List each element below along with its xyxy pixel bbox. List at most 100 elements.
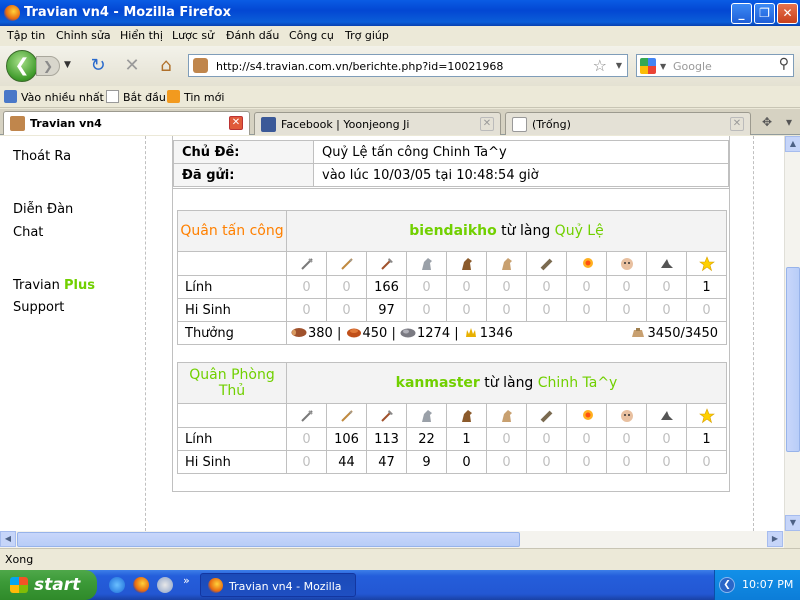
unit-icons-row bbox=[177, 251, 727, 276]
sidebar-item-forum[interactable]: Diễn Đàn bbox=[13, 202, 73, 217]
tray-expand-icon[interactable]: ❮ bbox=[719, 577, 735, 593]
bounty-iron: 1274 bbox=[417, 325, 451, 341]
separator: | bbox=[454, 325, 459, 341]
scroll-down-button[interactable]: ▼ bbox=[785, 515, 800, 531]
defender-troops-row: Lính 0 106 113 22 1 0 0 0 0 0 1 bbox=[177, 427, 727, 451]
start-button[interactable]: start bbox=[0, 570, 97, 600]
crop-icon bbox=[465, 327, 476, 337]
bookmark-most-visited[interactable]: Vào nhiều nhất bbox=[4, 90, 104, 104]
system-tray: ❮ 10:07 PM bbox=[714, 570, 800, 600]
ie-icon[interactable] bbox=[109, 577, 125, 593]
windows-logo-icon bbox=[10, 577, 28, 593]
menu-history[interactable]: Lược sử bbox=[172, 29, 214, 42]
defender-role: Quân Phòng Thủ bbox=[177, 362, 287, 404]
menu-tools[interactable]: Công cụ bbox=[289, 29, 334, 42]
search-input[interactable]: Google bbox=[673, 60, 712, 73]
scroll-up-button[interactable]: ▲ bbox=[785, 136, 800, 152]
forward-button[interactable]: ❯ bbox=[36, 56, 60, 76]
sidebar-item-chat[interactable]: Chat bbox=[13, 225, 43, 240]
search-box[interactable]: ▼ Google ⚲ bbox=[636, 54, 794, 77]
troop-count: 106 bbox=[326, 427, 367, 451]
bookmark-star-icon[interactable]: ☆ bbox=[593, 56, 607, 75]
google-engine-icon[interactable] bbox=[640, 58, 656, 74]
menu-view[interactable]: Hiển thị bbox=[120, 29, 163, 42]
settler-icon bbox=[646, 403, 687, 428]
sidebar-item-travian-plus[interactable]: Travian Plus bbox=[13, 278, 95, 293]
tab-menu-icon[interactable]: ▾ bbox=[778, 113, 800, 133]
defender-player-link[interactable]: kanmaster bbox=[396, 375, 480, 391]
taskbar-item-label: Travian vn4 - Mozilla ... bbox=[229, 580, 342, 600]
defender-table: Quân Phòng Thủ kanmaster từ làng Chinh T… bbox=[177, 362, 727, 474]
menu-edit[interactable]: Chỉnh sửa bbox=[56, 29, 111, 42]
tab-close-icon[interactable]: ✕ bbox=[480, 117, 494, 131]
scrollbar-corner bbox=[784, 531, 800, 548]
reload-icon[interactable]: ↻ bbox=[88, 56, 108, 76]
back-button[interactable]: ❮ bbox=[6, 50, 38, 82]
menu-help[interactable]: Trợ giúp bbox=[345, 29, 389, 42]
club-icon bbox=[286, 251, 327, 276]
minimize-button[interactable]: _ bbox=[731, 3, 752, 24]
sent-value: vào lúc 10/03/05 tại 10:48:54 giờ bbox=[313, 163, 729, 187]
hero-icon bbox=[686, 403, 727, 428]
attacker-player-link[interactable]: biendaikho bbox=[409, 223, 496, 239]
media-player-icon[interactable] bbox=[157, 577, 173, 593]
close-button[interactable]: ✕ bbox=[777, 3, 798, 24]
defender-casualties-row: Hi Sinh 0 44 47 9 0 0 0 0 0 0 0 bbox=[177, 450, 727, 474]
troop-count: 0 bbox=[446, 275, 487, 299]
carry-icon bbox=[632, 328, 645, 337]
sidebar-item-support[interactable]: Support bbox=[13, 300, 64, 315]
menu-bar: Tập tin Chỉnh sửa Hiển thị Lược sử Đánh … bbox=[0, 26, 800, 46]
quicklaunch-more-icon[interactable]: » bbox=[183, 574, 190, 587]
bookmark-getting-started[interactable]: Bắt đầu bbox=[106, 90, 166, 104]
scroll-right-button[interactable]: ▶ bbox=[767, 531, 783, 547]
vertical-scroll-thumb[interactable] bbox=[786, 267, 800, 452]
casualty-count: 0 bbox=[566, 298, 607, 322]
taskbar-item-firefox[interactable]: Travian vn4 - Mozilla ... bbox=[200, 573, 356, 600]
home-icon[interactable]: ⌂ bbox=[156, 56, 176, 76]
bounty-label: Thưởng bbox=[177, 321, 287, 345]
page-icon bbox=[106, 90, 119, 103]
attacker-troops-row: Lính 0 0 166 0 0 0 0 0 0 0 1 bbox=[177, 275, 727, 299]
rss-icon bbox=[167, 90, 180, 103]
bounty-clay: 450 bbox=[362, 325, 388, 341]
maximize-button[interactable]: ❐ bbox=[754, 3, 775, 24]
vertical-scrollbar[interactable]: ▲ ▼ bbox=[784, 136, 800, 531]
horizontal-scrollbar[interactable]: ◀ ▶ bbox=[0, 531, 784, 548]
attacker-village-link[interactable]: Quỷ Lệ bbox=[555, 223, 604, 239]
search-icon[interactable]: ⚲ bbox=[779, 56, 789, 72]
scroll-left-button[interactable]: ◀ bbox=[0, 531, 16, 547]
menu-file[interactable]: Tập tin bbox=[7, 29, 45, 42]
sidebar-item-logout[interactable]: Thoát Ra bbox=[13, 149, 71, 164]
chief-icon bbox=[606, 403, 647, 428]
engine-dropdown-icon[interactable]: ▼ bbox=[660, 62, 666, 71]
clay-icon bbox=[346, 328, 361, 337]
url-text[interactable]: http://s4.travian.com.vn/berichte.php?id… bbox=[216, 60, 503, 73]
history-dropdown-icon[interactable]: ▼ bbox=[64, 60, 71, 70]
defender-village-link[interactable]: Chinh Ta^y bbox=[538, 375, 618, 391]
horizontal-scroll-thumb[interactable] bbox=[17, 532, 520, 547]
stop-icon[interactable]: ✕ bbox=[122, 56, 142, 76]
paladin-icon bbox=[446, 251, 487, 276]
tab-facebook[interactable]: Facebook | Yoonjeong Ji ✕ bbox=[254, 112, 501, 135]
from-village-text: từ làng bbox=[501, 223, 551, 239]
menu-bookmarks[interactable]: Đánh dấu bbox=[226, 29, 279, 42]
firefox-quicklaunch-icon[interactable] bbox=[133, 577, 149, 593]
tab-close-icon[interactable]: ✕ bbox=[229, 116, 243, 130]
taskbar: start » Travian vn4 - Mozilla ... ❮ 10:0… bbox=[0, 570, 800, 600]
tab-travian[interactable]: Travian vn4 ✕ bbox=[3, 111, 250, 135]
tab-bar: Travian vn4 ✕ Facebook | Yoonjeong Ji ✕ … bbox=[0, 109, 800, 135]
tab-label: Travian vn4 bbox=[30, 117, 102, 130]
bookmark-latest-news[interactable]: Tin mới bbox=[167, 90, 224, 104]
casualty-count: 0 bbox=[486, 298, 527, 322]
scout-horse-icon bbox=[406, 403, 447, 428]
tab-list-icon[interactable]: ✥ bbox=[756, 113, 778, 133]
tab-close-icon[interactable]: ✕ bbox=[730, 117, 744, 131]
axe-icon bbox=[366, 251, 407, 276]
troop-count: 113 bbox=[366, 427, 407, 451]
travian-favicon bbox=[10, 116, 25, 131]
casualty-count: 47 bbox=[366, 450, 407, 474]
bounty-crop: 1346 bbox=[479, 325, 513, 341]
url-dropdown-icon[interactable]: ▼ bbox=[616, 61, 622, 70]
url-bar[interactable]: http://s4.travian.com.vn/berichte.php?id… bbox=[188, 54, 628, 77]
tab-empty[interactable]: (Trống) ✕ bbox=[505, 112, 751, 135]
